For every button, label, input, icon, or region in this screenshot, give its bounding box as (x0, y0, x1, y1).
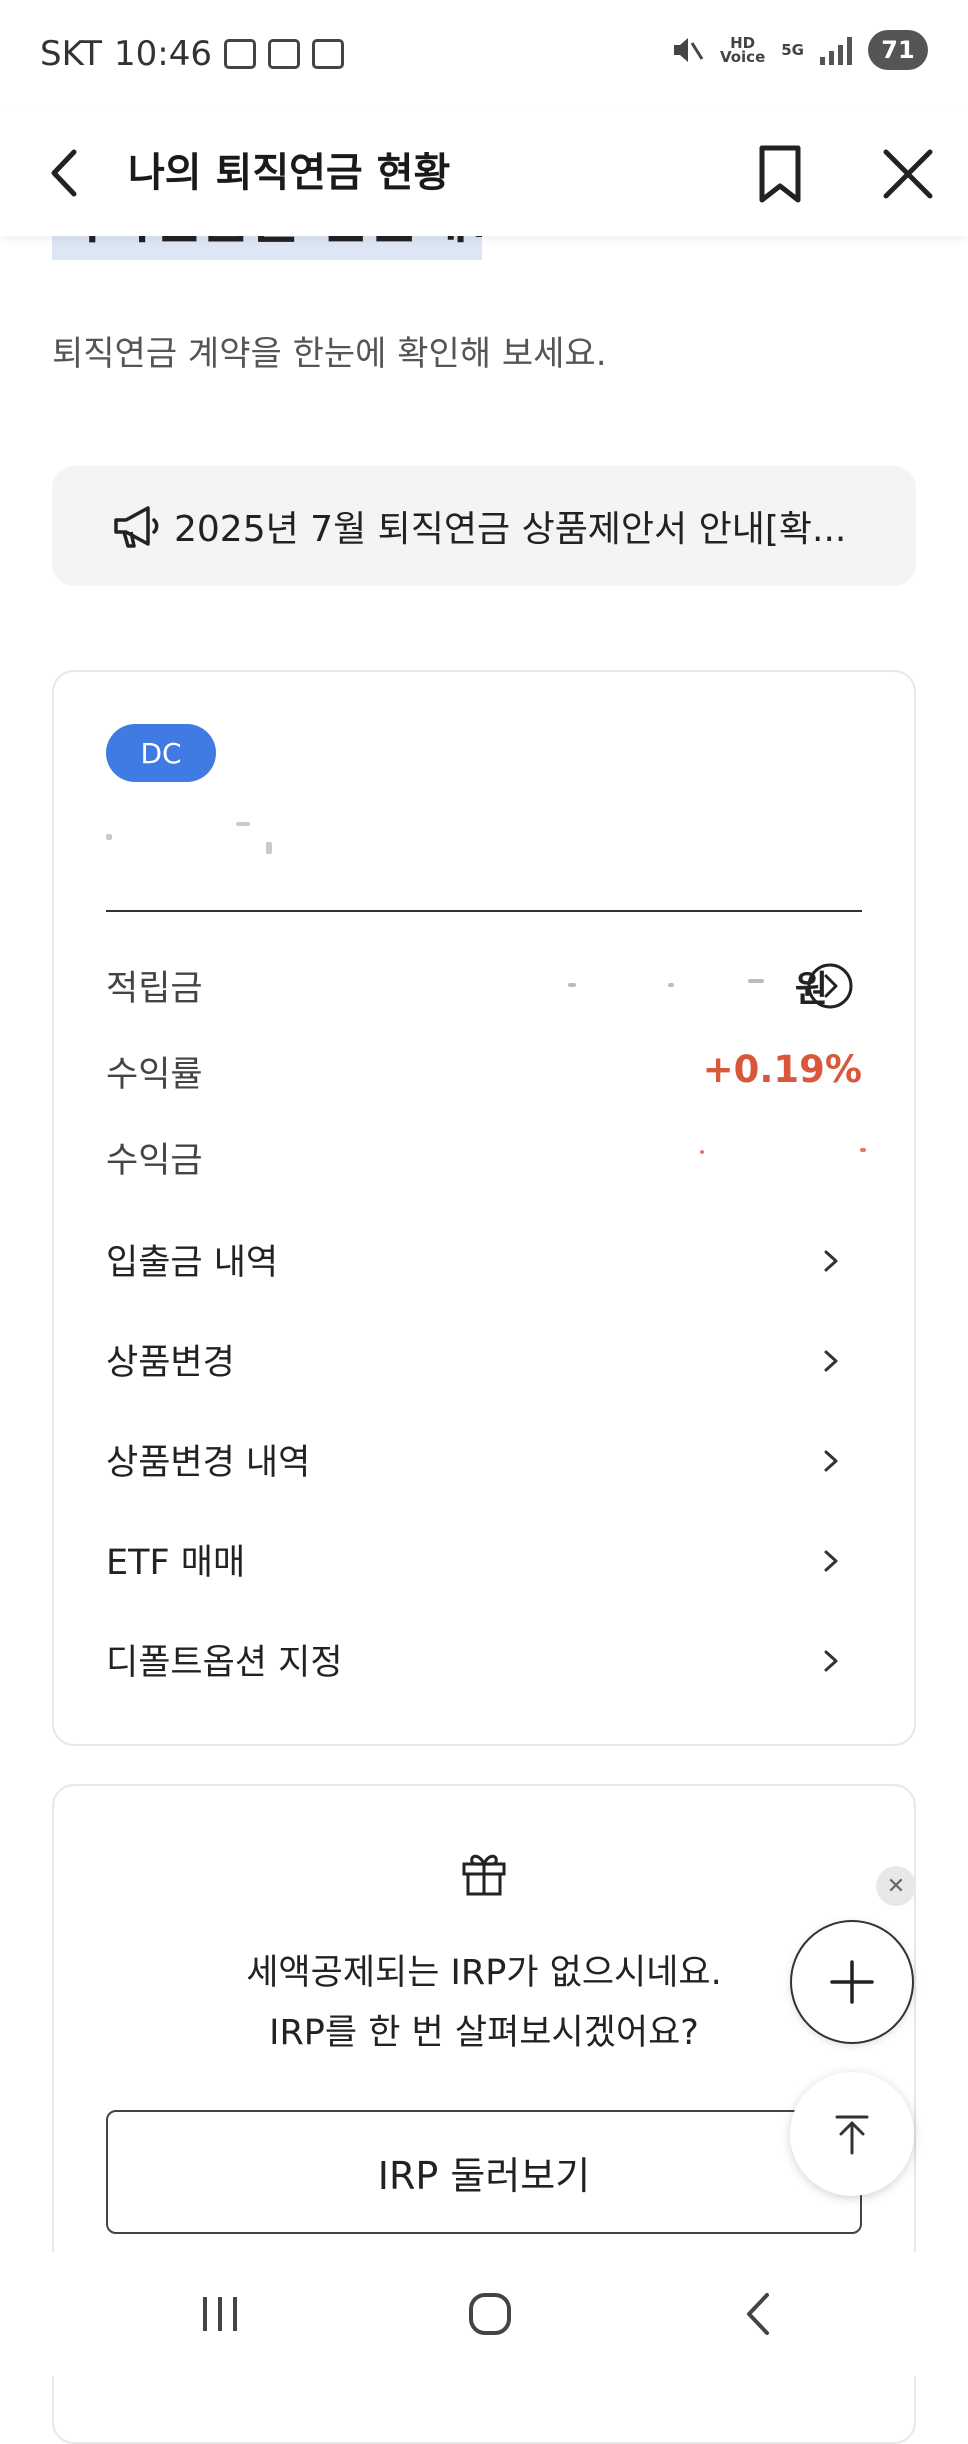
return-rate-label: 수익률 (106, 1055, 203, 1095)
recent-apps-button[interactable] (150, 2252, 290, 2376)
balance-detail-icon[interactable] (806, 962, 854, 1010)
megaphone-icon (114, 506, 159, 548)
system-nav-bar (0, 2252, 968, 2376)
bookmark-icon[interactable] (740, 134, 820, 214)
menu-product-change-history[interactable]: 상품변경 내역 (52, 1412, 916, 1508)
card-divider (106, 910, 862, 912)
close-icon[interactable] (868, 134, 948, 214)
masked-profit (690, 1148, 870, 1158)
irp-message-line1: 세액공제되는 IRP가 없으시네요. (246, 1953, 722, 1993)
irp-browse-button[interactable]: IRP 둘러보기 (106, 2110, 862, 2234)
hd-voice-icon: HD Voice (719, 34, 766, 66)
menu-product-change[interactable]: 상품변경 (52, 1312, 916, 1408)
add-button[interactable] (790, 1920, 914, 2044)
vpn-icon (268, 39, 300, 69)
signal-icon (820, 35, 852, 65)
network-type: 5G (781, 41, 804, 59)
notice-banner[interactable]: 2025년 7월 퇴직연금 상품제안서 안내[확... (52, 466, 916, 586)
fab-dismiss-button[interactable]: ✕ (876, 1866, 916, 1906)
app-header: 나의 퇴직연금 현황 (0, 110, 968, 236)
page-title: 나의 퇴직연금 현황 (128, 150, 451, 196)
chevron-right-icon (824, 1450, 838, 1472)
scroll-to-top-button[interactable] (790, 2072, 914, 2196)
plus-icon (830, 1960, 874, 2004)
menu-etf-trading[interactable]: ETF 매매 (52, 1512, 916, 1608)
arrow-up-icon (835, 2115, 869, 2155)
battery-indicator: 71 (868, 30, 928, 70)
status-right: HD Voice 5G 71 (670, 30, 928, 70)
carrier-label: SKT (40, 34, 103, 74)
clock: 10:46 (114, 34, 212, 74)
notice-text: 2025년 7월 퇴직연금 상품제안서 안내[확... (174, 509, 847, 550)
chevron-right-icon (824, 1250, 838, 1272)
status-bar: SKT 10:46 HD Voice 5G 71 (0, 0, 968, 110)
irp-message-line2: IRP를 한 번 살펴보시겠어요? (269, 2013, 699, 2053)
chevron-right-icon (824, 1650, 838, 1672)
menu-default-option[interactable]: 디폴트옵션 지정 (52, 1612, 916, 1708)
masked-balance (568, 975, 768, 995)
plan-type-badge: DC (106, 724, 216, 782)
balance-label: 적립금 (106, 969, 203, 1009)
back-button[interactable] (40, 138, 110, 208)
mute-icon (673, 38, 704, 62)
recent-apps-icon (203, 2297, 237, 2331)
masked-account-name (106, 816, 286, 856)
home-button[interactable] (420, 2252, 560, 2376)
screenshot-icon (224, 39, 256, 69)
gift-icon (462, 1854, 506, 1896)
camera-app-icon (312, 39, 344, 69)
system-back-button[interactable] (690, 2252, 830, 2376)
menu-deposit-history[interactable]: 입출금 내역 (52, 1212, 916, 1308)
intro-subtitle: 퇴직연금 계약을 한눈에 확인해 보세요. (52, 334, 607, 374)
profit-label: 수익금 (106, 1141, 203, 1181)
back-arrow-icon (747, 2293, 769, 2335)
status-left: SKT 10:46 (40, 34, 344, 74)
chevron-right-icon (824, 1350, 838, 1372)
home-icon (469, 2293, 511, 2335)
chevron-right-icon (824, 1550, 838, 1572)
return-rate-value: +0.19% (702, 1048, 862, 1091)
